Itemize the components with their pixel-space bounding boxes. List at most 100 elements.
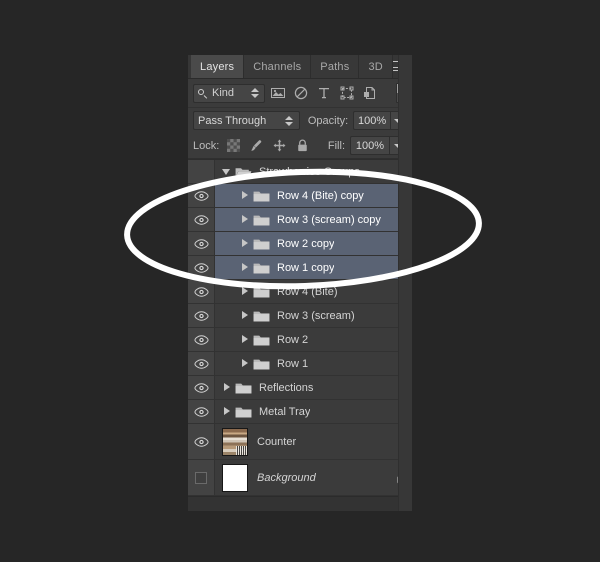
layer-row[interactable]: Row 1 xyxy=(188,352,412,376)
chevron-right-icon[interactable] xyxy=(222,383,231,392)
layer-visibility-toggle[interactable] xyxy=(188,424,215,459)
eye-icon[interactable] xyxy=(193,382,209,393)
layer-row-body[interactable]: Row 4 (Bite) xyxy=(215,280,412,303)
tab-3d-label: 3D xyxy=(368,60,383,73)
lock-pixels-icon[interactable] xyxy=(250,139,263,152)
layer-row-body[interactable]: Row 4 (Bite) copy xyxy=(215,184,412,207)
chevron-right-icon[interactable] xyxy=(240,215,249,224)
pixel-layer-filter-icon[interactable] xyxy=(271,86,285,100)
layer-visibility-toggle[interactable] xyxy=(188,208,215,231)
layer-visibility-toggle[interactable] xyxy=(188,304,215,327)
layer-visibility-toggle[interactable] xyxy=(188,328,215,351)
layer-row-body[interactable]: Row 2 copy xyxy=(215,232,412,255)
eye-icon[interactable] xyxy=(193,262,209,273)
eye-off-icon[interactable] xyxy=(195,471,207,484)
layer-row-body[interactable]: Strawberries Groups xyxy=(215,160,412,183)
chevron-right-icon[interactable] xyxy=(240,191,249,200)
layer-row-body[interactable]: Background xyxy=(215,460,412,495)
fill-label: Fill: xyxy=(327,139,345,152)
layer-row-body[interactable]: Row 2 xyxy=(215,328,412,351)
layer-visibility-toggle[interactable] xyxy=(188,460,215,495)
layer-visibility-toggle[interactable] xyxy=(188,232,215,255)
eye-icon[interactable] xyxy=(193,358,209,369)
layer-visibility-toggle[interactable] xyxy=(188,376,215,399)
tab-layers[interactable]: Layers xyxy=(191,55,245,78)
eye-icon[interactable] xyxy=(193,214,209,225)
eye-icon[interactable] xyxy=(193,190,209,201)
eye-icon[interactable] xyxy=(193,286,209,297)
eye-icon[interactable] xyxy=(193,238,209,249)
opacity-label: Opacity: xyxy=(307,114,349,127)
lock-position-icon[interactable] xyxy=(273,139,286,152)
layer-row-body[interactable]: Counter xyxy=(215,424,412,459)
type-layer-filter-icon[interactable] xyxy=(317,86,331,100)
tab-3d[interactable]: 3D xyxy=(359,55,393,78)
layer-row[interactable]: Reflections xyxy=(188,376,412,400)
layer-row[interactable]: Background xyxy=(188,460,412,496)
folder-icon xyxy=(235,407,252,417)
layer-thumbnail[interactable] xyxy=(222,427,248,456)
fill-input[interactable]: 100% xyxy=(350,136,390,155)
search-icon xyxy=(197,88,208,99)
layer-row[interactable]: Row 1 copy xyxy=(188,256,412,280)
layer-row[interactable]: Row 2 xyxy=(188,328,412,352)
lock-transparency-icon[interactable] xyxy=(227,139,241,152)
shape-layer-filter-icon[interactable] xyxy=(340,86,354,100)
adjustment-layer-filter-icon[interactable] xyxy=(294,86,308,100)
layer-visibility-toggle[interactable] xyxy=(188,280,215,303)
layer-name: Reflections xyxy=(259,381,314,394)
folder-icon xyxy=(253,287,270,297)
chevron-right-icon[interactable] xyxy=(222,407,231,416)
tab-paths[interactable]: Paths xyxy=(311,55,360,78)
layer-row-body[interactable]: Row 3 (scream) xyxy=(215,304,412,327)
open-folder-icon xyxy=(235,167,252,178)
layer-name: Row 3 (scream) copy xyxy=(277,213,381,226)
chevron-right-icon[interactable] xyxy=(240,287,249,296)
folder-icon xyxy=(253,239,270,249)
folder-icon xyxy=(235,383,252,393)
eye-icon[interactable] xyxy=(193,406,209,417)
layer-visibility-toggle[interactable] xyxy=(188,160,215,183)
chevron-right-icon[interactable] xyxy=(240,359,249,368)
layer-name: Row 4 (Bite) copy xyxy=(277,189,364,202)
layer-visibility-toggle[interactable] xyxy=(188,352,215,375)
eye-icon[interactable] xyxy=(193,310,209,321)
chevron-right-icon[interactable] xyxy=(240,239,249,248)
blend-mode-select[interactable]: Pass Through xyxy=(193,111,300,130)
layer-list-scrollbar[interactable] xyxy=(398,55,412,511)
layer-row[interactable]: Strawberries Groups xyxy=(188,160,412,184)
layer-name: Row 1 xyxy=(277,357,309,370)
layer-row-body[interactable]: Reflections xyxy=(215,376,412,399)
lock-all-icon[interactable] xyxy=(296,139,309,152)
filter-kind-select[interactable]: Kind xyxy=(193,83,265,103)
layer-row[interactable]: Counter xyxy=(188,424,412,460)
updown-stepper-icon[interactable] xyxy=(251,88,259,98)
layer-row[interactable]: Metal Tray xyxy=(188,400,412,424)
blend-mode-stepper-icon[interactable] xyxy=(284,115,293,126)
layer-row-body[interactable]: Row 1 xyxy=(215,352,412,375)
layer-row-body[interactable]: Row 1 copy xyxy=(215,256,412,279)
layer-row[interactable]: Row 3 (scream) copy xyxy=(188,208,412,232)
layer-thumbnail[interactable] xyxy=(222,463,248,492)
layer-row[interactable]: Row 4 (Bite) xyxy=(188,280,412,304)
layer-visibility-toggle[interactable] xyxy=(188,400,215,423)
chevron-right-icon[interactable] xyxy=(240,311,249,320)
layer-visibility-toggle[interactable] xyxy=(188,184,215,207)
layer-row-body[interactable]: Row 3 (scream) copy xyxy=(215,208,412,231)
folder-icon xyxy=(253,191,270,201)
tab-layers-label: Layers xyxy=(200,60,235,73)
layer-visibility-toggle[interactable] xyxy=(188,256,215,279)
chevron-right-icon[interactable] xyxy=(240,335,249,344)
eye-icon[interactable] xyxy=(193,436,209,447)
layer-row[interactable]: Row 3 (scream) xyxy=(188,304,412,328)
opacity-input[interactable]: 100% xyxy=(353,111,391,130)
chevron-right-icon[interactable] xyxy=(240,263,249,272)
tab-channels[interactable]: Channels xyxy=(244,55,312,78)
layer-row[interactable]: Row 2 copy xyxy=(188,232,412,256)
eye-icon[interactable] xyxy=(193,334,209,345)
layer-row-body[interactable]: Metal Tray xyxy=(215,400,412,423)
chevron-down-icon[interactable] xyxy=(222,167,231,176)
layer-row[interactable]: Row 4 (Bite) copy xyxy=(188,184,412,208)
smart-object-filter-icon[interactable] xyxy=(363,86,377,100)
folder-icon xyxy=(253,311,270,321)
